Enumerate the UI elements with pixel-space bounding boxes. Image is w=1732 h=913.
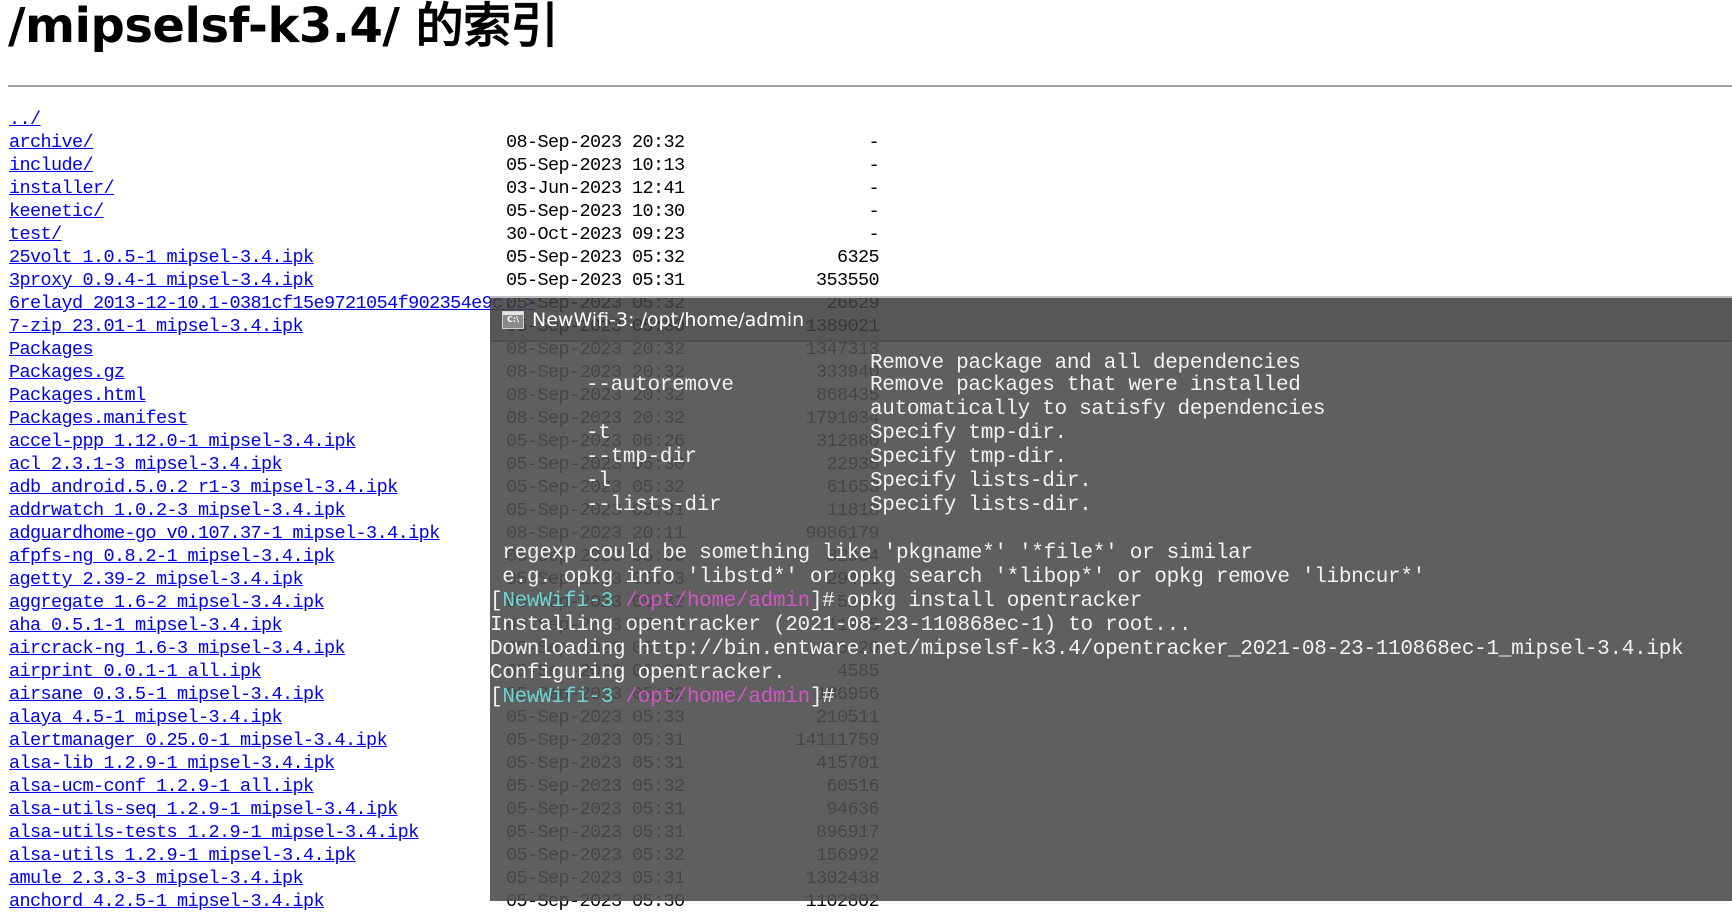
file-size: - (868, 224, 879, 245)
file-link[interactable]: aircrack-ng_1.6-3_mipsel-3.4.ipk (9, 637, 346, 660)
file-link[interactable]: alaya_4.5-1_mipsel-3.4.ipk (9, 706, 283, 729)
file-link[interactable]: airsane_0.3.5-1_mipsel-3.4.ipk (9, 683, 325, 706)
prompt-line: [NewWifi-3 /opt/home/admin]# opkg instal… (490, 590, 1142, 614)
option-flag: -t (586, 422, 611, 445)
table-row: keenetic/05-Sep-2023 10:30 - (9, 200, 880, 223)
help-line: regexp could be something like 'pkgname*… (490, 542, 1253, 565)
file-link[interactable]: accel-ppp_1.12.0-1_mipsel-3.4.ipk (9, 430, 356, 453)
option-desc: Specify tmp-dir. (870, 446, 1067, 469)
file-link[interactable]: airprint_0.0.1-1_all.ipk (9, 660, 262, 683)
command-text: opkg install opentracker (834, 590, 1143, 613)
file-link[interactable]: Packages.manifest (9, 407, 188, 430)
option-desc: Remove package and all dependencies (870, 352, 1301, 375)
modified-date: 05-Sep-2023 10:13 (506, 155, 685, 176)
modified-date: 03-Jun-2023 12:41 (506, 178, 685, 199)
file-link[interactable]: 6relayd_2013-12-10.1-0381cf15e9721054f90… (9, 292, 535, 315)
file-link[interactable]: 3proxy_0.9.4-1_mipsel-3.4.ipk (9, 269, 314, 292)
modified-date: 08-Sep-2023 20:32 (506, 132, 685, 153)
option-flag: --autoremove (586, 374, 734, 397)
prompt-path: /opt/home/admin (625, 590, 810, 613)
table-row: include/05-Sep-2023 10:13 - (9, 154, 880, 177)
file-link[interactable]: alsa-utils_1.2.9-1_mipsel-3.4.ipk (9, 844, 356, 867)
file-link[interactable]: amule_2.3.3-3_mipsel-3.4.ipk (9, 867, 304, 890)
output-line: Configuring opentracker. (490, 662, 786, 685)
file-link[interactable]: acl_2.3.1-3_mipsel-3.4.ipk (9, 453, 283, 476)
file-link[interactable]: alsa-lib_1.2.9-1_mipsel-3.4.ipk (9, 752, 335, 775)
file-size: 353550 (815, 270, 880, 291)
file-size: 6325 (836, 247, 880, 268)
option-flag: -l (586, 470, 611, 493)
file-link[interactable]: adguardhome-go_v0.107.37-1_mipsel-3.4.ip… (9, 522, 440, 545)
terminal-body[interactable]: Remove package and all dependencies --au… (490, 340, 1732, 901)
prompt-host: NewWifi-3 (502, 686, 614, 709)
modified-date: 30-Oct-2023 09:23 (506, 224, 685, 245)
file-link[interactable]: Packages.gz (9, 361, 125, 384)
prompt-bracket-open: [ (490, 686, 503, 709)
file-link[interactable]: include/ (9, 154, 94, 177)
file-link[interactable]: addrwatch_1.0.2-3_mipsel-3.4.ipk (9, 499, 346, 522)
file-size: - (868, 155, 879, 176)
file-link[interactable]: alsa-utils-seq_1.2.9-1_mipsel-3.4.ipk (9, 798, 398, 821)
table-row: test/30-Oct-2023 09:23 - (9, 223, 880, 246)
file-link[interactable]: Packages (9, 338, 94, 361)
file-link[interactable]: archive/ (9, 131, 94, 154)
console-icon: C:\ (502, 311, 524, 329)
divider (8, 85, 1732, 87)
file-link[interactable]: installer/ (9, 177, 115, 200)
file-link[interactable]: 7-zip_23.01-1_mipsel-3.4.ipk (9, 315, 304, 338)
file-link[interactable]: aggregate_1.6-2_mipsel-3.4.ipk (9, 591, 325, 614)
table-row: 25volt_1.0.5-1_mipsel-3.4.ipk 05-Sep-2023… (9, 246, 880, 269)
file-link[interactable]: afpfs-ng_0.8.2-1_mipsel-3.4.ipk (9, 545, 335, 568)
prompt-line[interactable]: [NewWifi-3 /opt/home/admin]# (490, 686, 835, 710)
modified-date: 05-Sep-2023 05:31 (506, 270, 685, 291)
file-link[interactable]: agetty_2.39-2_mipsel-3.4.ipk (9, 568, 304, 591)
file-link[interactable]: 25volt_1.0.5-1_mipsel-3.4.ipk (9, 246, 314, 269)
prompt-path: /opt/home/admin (625, 686, 810, 709)
file-size: - (868, 201, 879, 222)
page-title: /mipselsf-k3.4/ 的索引 (8, 0, 559, 54)
file-link[interactable]: adb_android.5.0.2_r1-3_mipsel-3.4.ipk (9, 476, 398, 499)
table-row: installer/03-Jun-2023 12:41 - (9, 177, 880, 200)
terminal-titlebar[interactable]: C:\ NewWifi-3: /opt/home/admin (490, 296, 1732, 342)
file-size: - (868, 132, 879, 153)
file-link[interactable]: alsa-utils-tests_1.2.9-1_mipsel-3.4.ipk (9, 821, 419, 844)
prompt-bracket-close: ]# (809, 590, 835, 613)
prompt-bracket-close: ]# (809, 686, 835, 709)
modified-date: 05-Sep-2023 10:30 (506, 201, 685, 222)
help-line: e.g. opkg info 'libstd*' or opkg search … (490, 566, 1425, 589)
table-row: archive/08-Sep-2023 20:32 - (9, 131, 880, 154)
output-line: Downloading http://bin.entware.net/mipse… (490, 638, 1684, 661)
output-line: Installing opentracker (2021-08-23-11086… (490, 614, 1192, 637)
file-link[interactable]: test/ (9, 223, 62, 246)
option-desc: Specify tmp-dir. (870, 422, 1067, 445)
file-link[interactable]: aha_0.5.1-1_mipsel-3.4.ipk (9, 614, 283, 637)
file-link[interactable]: anchord_4.2.5-1_mipsel-3.4.ipk (9, 890, 325, 913)
file-link[interactable]: alertmanager_0.25.0-1_mipsel-3.4.ipk (9, 729, 388, 752)
option-desc: Specify lists-dir. (870, 470, 1092, 493)
table-row: ../ (9, 108, 879, 131)
terminal-window[interactable]: C:\ NewWifi-3: /opt/home/admin Remove pa… (490, 296, 1732, 901)
terminal-title: NewWifi-3: /opt/home/admin (532, 309, 805, 331)
file-link[interactable]: Packages.html (9, 384, 146, 407)
prompt-bracket-open: [ (490, 590, 503, 613)
option-desc: Specify lists-dir. (870, 494, 1092, 517)
file-link[interactable]: alsa-ucm-conf_1.2.9-1_all.ipk (9, 775, 314, 798)
modified-date: 05-Sep-2023 05:32 (506, 247, 685, 268)
file-link[interactable]: ../ (9, 108, 41, 131)
table-row: 3proxy_0.9.4-1_mipsel-3.4.ipk 05-Sep-2023… (9, 269, 880, 292)
option-desc: automatically to satisfy dependencies (870, 398, 1326, 421)
file-link[interactable]: keenetic/ (9, 200, 104, 223)
file-size: - (868, 178, 879, 199)
option-flag: --lists-dir (586, 494, 722, 517)
prompt-host: NewWifi-3 (502, 590, 614, 613)
option-desc: Remove packages that were installed (870, 374, 1301, 397)
option-flag: --tmp-dir (586, 446, 697, 469)
